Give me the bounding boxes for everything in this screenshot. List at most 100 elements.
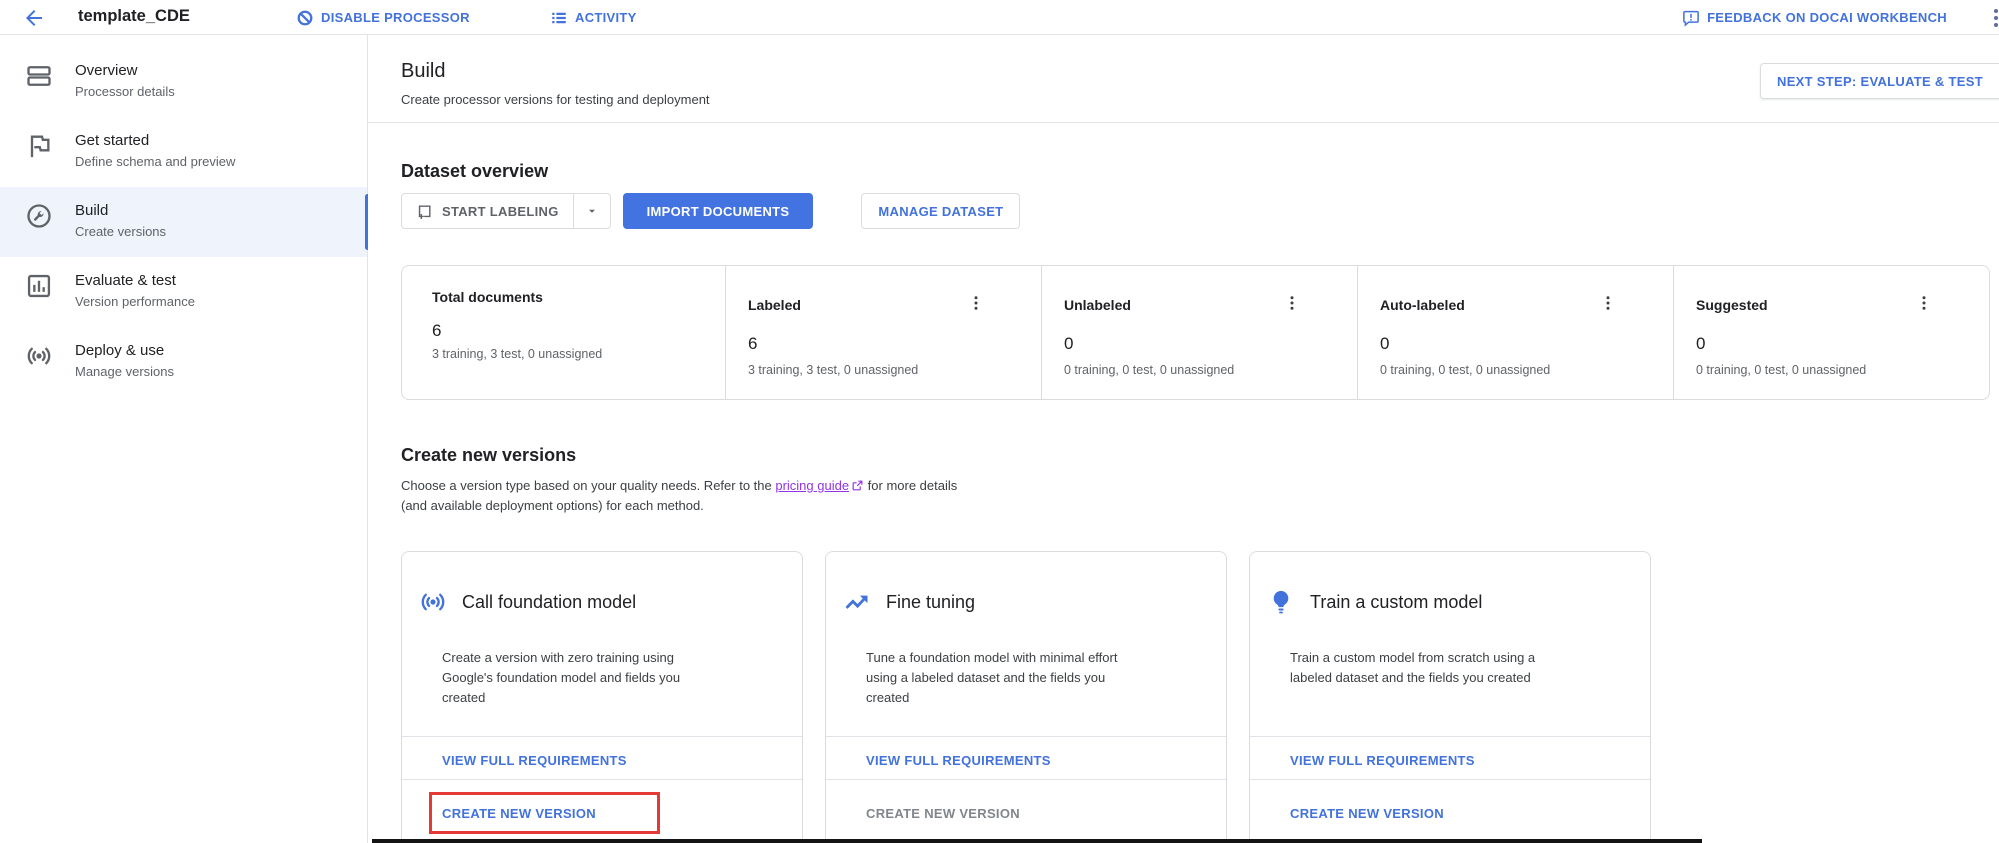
sidebar-item-deploy-use[interactable]: Deploy & use Manage versions	[0, 327, 367, 397]
assessment-icon	[25, 272, 53, 300]
sidebar-item-sublabel: Define schema and preview	[75, 153, 357, 171]
card-header: Train a custom model	[1250, 552, 1650, 616]
start-labeling-button[interactable]: START LABELING	[402, 194, 573, 228]
create-versions-title: Create new versions	[401, 445, 576, 466]
dataset-stats-card: Total documents 6 3 training, 3 test, 0 …	[401, 265, 1990, 400]
more-vert-icon[interactable]	[1599, 294, 1617, 312]
card-actions: VIEW FULL REQUIREMENTS CREATE NEW VERSIO…	[402, 736, 802, 843]
activity-button[interactable]: ACTIVITY	[550, 0, 637, 35]
block-icon	[296, 9, 314, 27]
disable-processor-button[interactable]: DISABLE PROCESSOR	[296, 0, 470, 35]
sidebar-item-sublabel: Create versions	[75, 223, 357, 241]
stat-suggested: Suggested 0 0 training, 0 test, 0 unassi…	[1673, 266, 1989, 399]
card-description: Tune a foundation model with minimal eff…	[866, 648, 1151, 708]
card-header: Call foundation model	[402, 552, 802, 616]
lightbulb-icon	[1267, 588, 1295, 616]
sidebar-item-sublabel: Processor details	[75, 83, 357, 101]
caret-down-icon	[586, 205, 598, 217]
stat-label: Total documents	[432, 289, 725, 305]
processor-title: template_CDE	[78, 7, 190, 26]
card-description: Train a custom model from scratch using …	[1290, 648, 1575, 688]
dataset-overview-title: Dataset overview	[401, 161, 548, 182]
stat-auto-labeled: Auto-labeled 0 0 training, 0 test, 0 una…	[1357, 266, 1673, 399]
stat-label: Suggested	[1696, 297, 1989, 313]
description-text-line2: (and available deployment options) for e…	[401, 496, 1101, 516]
stat-total-documents: Total documents 6 3 training, 3 test, 0 …	[402, 266, 725, 399]
sidebar-item-evaluate-test[interactable]: Evaluate & test Version performance	[0, 257, 367, 327]
external-link-icon	[851, 479, 864, 492]
stat-label: Unlabeled	[1064, 297, 1357, 313]
manage-dataset-button[interactable]: MANAGE DATASET	[861, 193, 1020, 229]
arrow-left-icon	[22, 6, 46, 30]
next-step-button[interactable]: NEXT STEP: EVALUATE & TEST	[1760, 63, 1999, 99]
bottom-edge-bar	[372, 839, 1702, 843]
description-text: Choose a version type based on your qual…	[401, 478, 775, 493]
label-add-icon	[416, 203, 433, 220]
start-labeling-label: START LABELING	[442, 204, 559, 219]
stat-value: 6	[432, 321, 725, 341]
stat-labeled: Labeled 6 3 training, 3 test, 0 unassign…	[725, 266, 1041, 399]
activity-label: ACTIVITY	[575, 10, 637, 25]
feedback-button[interactable]: FEEDBACK ON DOCAI WORKBENCH	[1682, 0, 1947, 35]
more-vert-icon[interactable]	[1915, 294, 1933, 312]
sidebar-item-build[interactable]: Build Create versions	[0, 187, 367, 257]
card-actions: VIEW FULL REQUIREMENTS CREATE NEW VERSIO…	[826, 736, 1226, 843]
sidebar-item-sublabel: Manage versions	[75, 363, 357, 381]
start-labeling-dropdown[interactable]	[573, 194, 610, 228]
list-icon	[550, 9, 568, 27]
version-cards: Call foundation model Create a version w…	[401, 551, 1651, 843]
card-actions: VIEW FULL REQUIREMENTS CREATE NEW VERSIO…	[1250, 736, 1650, 843]
card-header: Fine tuning	[826, 552, 1226, 616]
card-fine-tuning: Fine tuning Tune a foundation model with…	[825, 551, 1227, 843]
stat-detail: 3 training, 3 test, 0 unassigned	[748, 363, 1041, 377]
stat-value: 0	[1380, 334, 1673, 354]
view-requirements-link[interactable]: VIEW FULL REQUIREMENTS	[442, 753, 627, 768]
stat-detail: 3 training, 3 test, 0 unassigned	[432, 347, 725, 361]
more-vert-icon[interactable]	[1989, 7, 1999, 29]
feedback-icon	[1682, 9, 1700, 27]
view-requirements-link[interactable]: VIEW FULL REQUIREMENTS	[866, 753, 1051, 768]
foundation-model-icon	[419, 588, 447, 616]
card-call-foundation-model: Call foundation model Create a version w…	[401, 551, 803, 843]
sidebar-item-get-started[interactable]: Get started Define schema and preview	[0, 117, 367, 187]
import-documents-button[interactable]: IMPORT DOCUMENTS	[623, 193, 814, 229]
sidebar-item-sublabel: Version performance	[75, 293, 357, 311]
view-requirements-link[interactable]: VIEW FULL REQUIREMENTS	[1290, 753, 1475, 768]
deploy-icon	[25, 342, 53, 370]
stat-value: 0	[1064, 334, 1357, 354]
more-vert-icon[interactable]	[1283, 294, 1301, 312]
dataset-actions: START LABELING IMPORT DOCUMENTS MANAGE D…	[401, 193, 1020, 229]
feedback-label: FEEDBACK ON DOCAI WORKBENCH	[1707, 10, 1947, 25]
pricing-guide-link[interactable]: pricing guide	[775, 478, 849, 493]
stat-detail: 0 training, 0 test, 0 unassigned	[1380, 363, 1673, 377]
stat-label: Labeled	[748, 297, 1041, 313]
docai-workbench-page: template_CDE DISABLE PROCESSOR ACTIVITY	[0, 0, 1999, 843]
card-title: Call foundation model	[462, 588, 636, 616]
start-labeling-split-button: START LABELING	[401, 193, 611, 229]
disable-processor-label: DISABLE PROCESSOR	[321, 10, 470, 25]
top-bar: template_CDE DISABLE PROCESSOR ACTIVITY	[0, 0, 1999, 35]
create-versions-description: Choose a version type based on your qual…	[401, 476, 1101, 516]
stat-detail: 0 training, 0 test, 0 unassigned	[1696, 363, 1989, 377]
sidebar-item-label: Get started	[75, 131, 357, 151]
flag-icon	[25, 132, 53, 160]
main-content: Build Create processor versions for test…	[368, 35, 1999, 843]
trending-up-icon	[843, 588, 871, 616]
build-icon	[25, 202, 53, 230]
more-vert-icon[interactable]	[967, 294, 985, 312]
stat-unlabeled: Unlabeled 0 0 training, 0 test, 0 unassi…	[1041, 266, 1357, 399]
create-new-version-link-disabled: CREATE NEW VERSION	[866, 806, 1020, 821]
stat-value: 0	[1696, 334, 1989, 354]
sidebar-item-overview[interactable]: Overview Processor details	[0, 47, 367, 117]
create-new-version-link[interactable]: CREATE NEW VERSION	[1290, 806, 1444, 821]
card-title: Train a custom model	[1310, 588, 1482, 616]
sidebar-item-label: Build	[75, 201, 357, 221]
card-train-custom-model: Train a custom model Train a custom mode…	[1249, 551, 1651, 843]
stat-value: 6	[748, 334, 1041, 354]
overview-icon	[25, 62, 53, 90]
sidebar-item-label: Evaluate & test	[75, 271, 357, 291]
back-button[interactable]	[22, 6, 46, 30]
page-header: Build Create processor versions for test…	[368, 35, 1999, 123]
sidebar-item-label: Deploy & use	[75, 341, 357, 361]
create-new-version-link[interactable]: CREATE NEW VERSION	[442, 806, 596, 821]
